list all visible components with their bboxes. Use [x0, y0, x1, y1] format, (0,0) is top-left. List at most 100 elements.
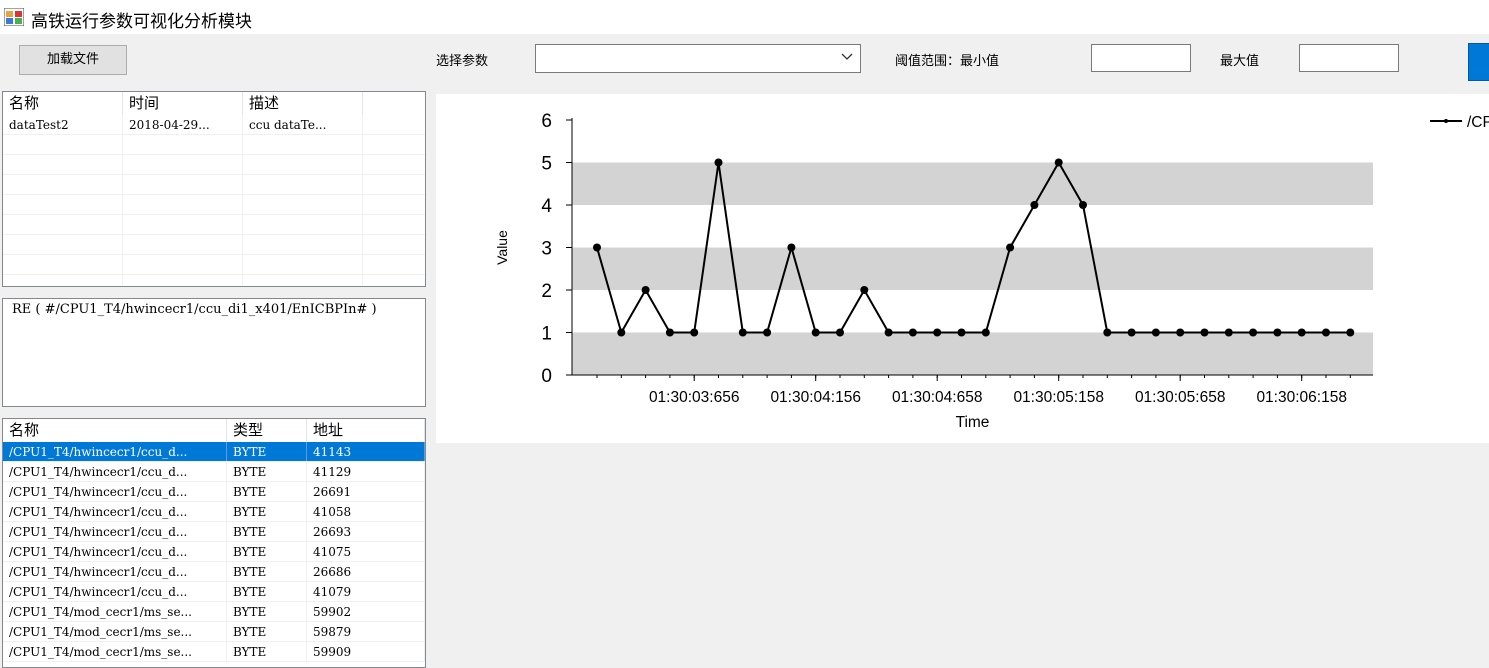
table-cell	[363, 195, 425, 214]
table-cell: BYTE	[227, 542, 307, 561]
table-cell: /CPU1_T4/hwincecr1/ccu_d...	[3, 542, 227, 561]
data-point	[860, 286, 869, 294]
table-cell: ccu dataTe...	[243, 115, 363, 134]
line-chart: 0 1 2 3 4 5 6 01:30:03:656 01:30:04:156 01:30:04:…	[494, 111, 1489, 431]
column-header[interactable]: 名称	[3, 92, 123, 115]
column-header[interactable]: 时间	[123, 92, 243, 115]
legend-label: /CP	[1467, 114, 1489, 131]
data-point	[933, 328, 942, 337]
y-axis-title: Value	[494, 230, 510, 265]
x-tick-label: 01:30:04:156	[770, 389, 861, 406]
param-select[interactable]	[535, 44, 861, 73]
table-cell	[123, 275, 243, 286]
table-row[interactable]	[3, 235, 425, 255]
table-cell: BYTE	[227, 622, 307, 641]
table-row[interactable]	[3, 155, 425, 175]
table-row[interactable]	[3, 275, 425, 286]
table-cell: 41075	[307, 542, 425, 561]
table-row[interactable]: /CPU1_T4/hwincecr1/ccu_d... BYTE 41058	[3, 502, 425, 522]
column-header[interactable]	[363, 92, 425, 115]
table-cell: 26693	[307, 522, 425, 541]
signals-list[interactable]: 名称 类型 地址/CPU1_T4/hwincecr1/ccu_d... BYTE 411…	[2, 418, 426, 668]
table-cell: 59902	[307, 602, 425, 621]
y-tick-label: 0	[541, 366, 552, 387]
grid-band	[572, 332, 1373, 375]
y-tick-label: 2	[541, 281, 552, 302]
data-point	[763, 328, 772, 337]
files-list[interactable]: 名称 时间 描述 dataTest2 2018-04-29... ccu dataTe..…	[2, 91, 426, 287]
table-cell	[123, 175, 243, 194]
table-row[interactable]: /CPU1_T4/hwincecr1/ccu_d... BYTE 41143	[3, 442, 425, 462]
threshold-label: 阈值范围：最小值	[895, 54, 1000, 69]
table-cell: BYTE	[227, 522, 307, 541]
y-tick-label: 6	[541, 111, 552, 132]
table-cell: /CPU1_T4/hwincecr1/ccu_d...	[3, 442, 227, 461]
table-cell: 26691	[307, 482, 425, 501]
table-cell: BYTE	[227, 582, 307, 601]
table-cell: /CPU1_T4/mod_cecr1/ms_se...	[3, 642, 227, 661]
data-point	[908, 328, 917, 337]
expression-textarea[interactable]: RE ( #/CPU1_T4/hwincecr1/ccu_di1_x401/En…	[2, 298, 426, 407]
data-point	[1176, 328, 1185, 337]
table-cell	[123, 255, 243, 274]
table-cell	[243, 175, 363, 194]
column-header[interactable]: 地址	[307, 419, 425, 442]
table-row[interactable]	[3, 195, 425, 215]
table-row[interactable]: /CPU1_T4/hwincecr1/ccu_d... BYTE 26693	[3, 522, 425, 542]
table-cell: /CPU1_T4/mod_cecr1/ms_se...	[3, 602, 227, 621]
table-row[interactable]: /CPU1_T4/mod_cecr1/ms_se... BYTE 59879	[3, 622, 425, 642]
table-cell	[363, 235, 425, 254]
table-row[interactable]	[3, 135, 425, 155]
data-point	[1297, 328, 1306, 337]
data-point	[1030, 201, 1039, 209]
min-value-input[interactable]	[1091, 44, 1191, 72]
table-row[interactable]: /CPU1_T4/hwincecr1/ccu_d... BYTE 41079	[3, 582, 425, 602]
load-file-button[interactable]: 加载文件	[19, 45, 127, 75]
column-header[interactable]: 描述	[243, 92, 363, 115]
table-row[interactable]: /CPU1_T4/mod_cecr1/ms_se... BYTE 59909	[3, 642, 425, 662]
column-header[interactable]: 名称	[3, 419, 227, 442]
data-point	[1322, 328, 1330, 337]
table-cell: 2018-04-29...	[123, 115, 243, 134]
table-cell	[243, 155, 363, 174]
data-point	[690, 328, 699, 337]
table-cell	[243, 135, 363, 154]
table-row[interactable]: /CPU1_T4/hwincecr1/ccu_d... BYTE 26691	[3, 482, 425, 502]
chart-panel: 0 1 2 3 4 5 6 01:30:03:656 01:30:04:156 01:30:04:…	[436, 94, 1489, 443]
app-icon	[4, 8, 24, 26]
data-point	[1200, 328, 1209, 337]
table-cell	[243, 235, 363, 254]
table-row[interactable]	[3, 255, 425, 275]
table-cell	[3, 135, 123, 154]
table-cell: 59909	[307, 642, 425, 661]
data-point	[884, 328, 893, 337]
data-point	[1079, 201, 1087, 209]
x-tick-label: 01:30:04:658	[892, 389, 983, 406]
table-cell: /CPU1_T4/hwincecr1/ccu_d...	[3, 462, 227, 481]
param-label: 选择参数	[436, 54, 489, 69]
table-cell: 41143	[307, 442, 425, 461]
table-row[interactable]: /CPU1_T4/hwincecr1/ccu_d... BYTE 26686	[3, 562, 425, 582]
table-cell	[123, 235, 243, 254]
legend-marker	[1444, 119, 1448, 123]
y-tick-label: 1	[541, 324, 552, 345]
x-axis-title: Time	[956, 414, 990, 431]
chevron-down-icon[interactable]	[840, 50, 854, 64]
table-row[interactable]	[3, 175, 425, 195]
table-cell: /CPU1_T4/hwincecr1/ccu_d...	[3, 522, 227, 541]
table-row[interactable]: /CPU1_T4/mod_cecr1/ms_se... BYTE 59902	[3, 602, 425, 622]
max-value-input[interactable]	[1299, 44, 1399, 72]
table-cell: 41079	[307, 582, 425, 601]
table-cell: BYTE	[227, 562, 307, 581]
column-header[interactable]: 类型	[227, 419, 307, 442]
table-cell: BYTE	[227, 442, 307, 461]
table-cell	[3, 255, 123, 274]
action-button[interactable]	[1468, 43, 1489, 81]
table-row[interactable]	[3, 215, 425, 235]
table-row[interactable]: /CPU1_T4/hwincecr1/ccu_d... BYTE 41129	[3, 462, 425, 482]
table-row[interactable]: /CPU1_T4/hwincecr1/ccu_d... BYTE 41075	[3, 542, 425, 562]
table-cell	[123, 135, 243, 154]
data-point	[593, 243, 601, 252]
table-row[interactable]: dataTest2 2018-04-29... ccu dataTe...	[3, 115, 425, 135]
title-bar: 高铁运行参数可视化分析模块	[0, 0, 1489, 34]
